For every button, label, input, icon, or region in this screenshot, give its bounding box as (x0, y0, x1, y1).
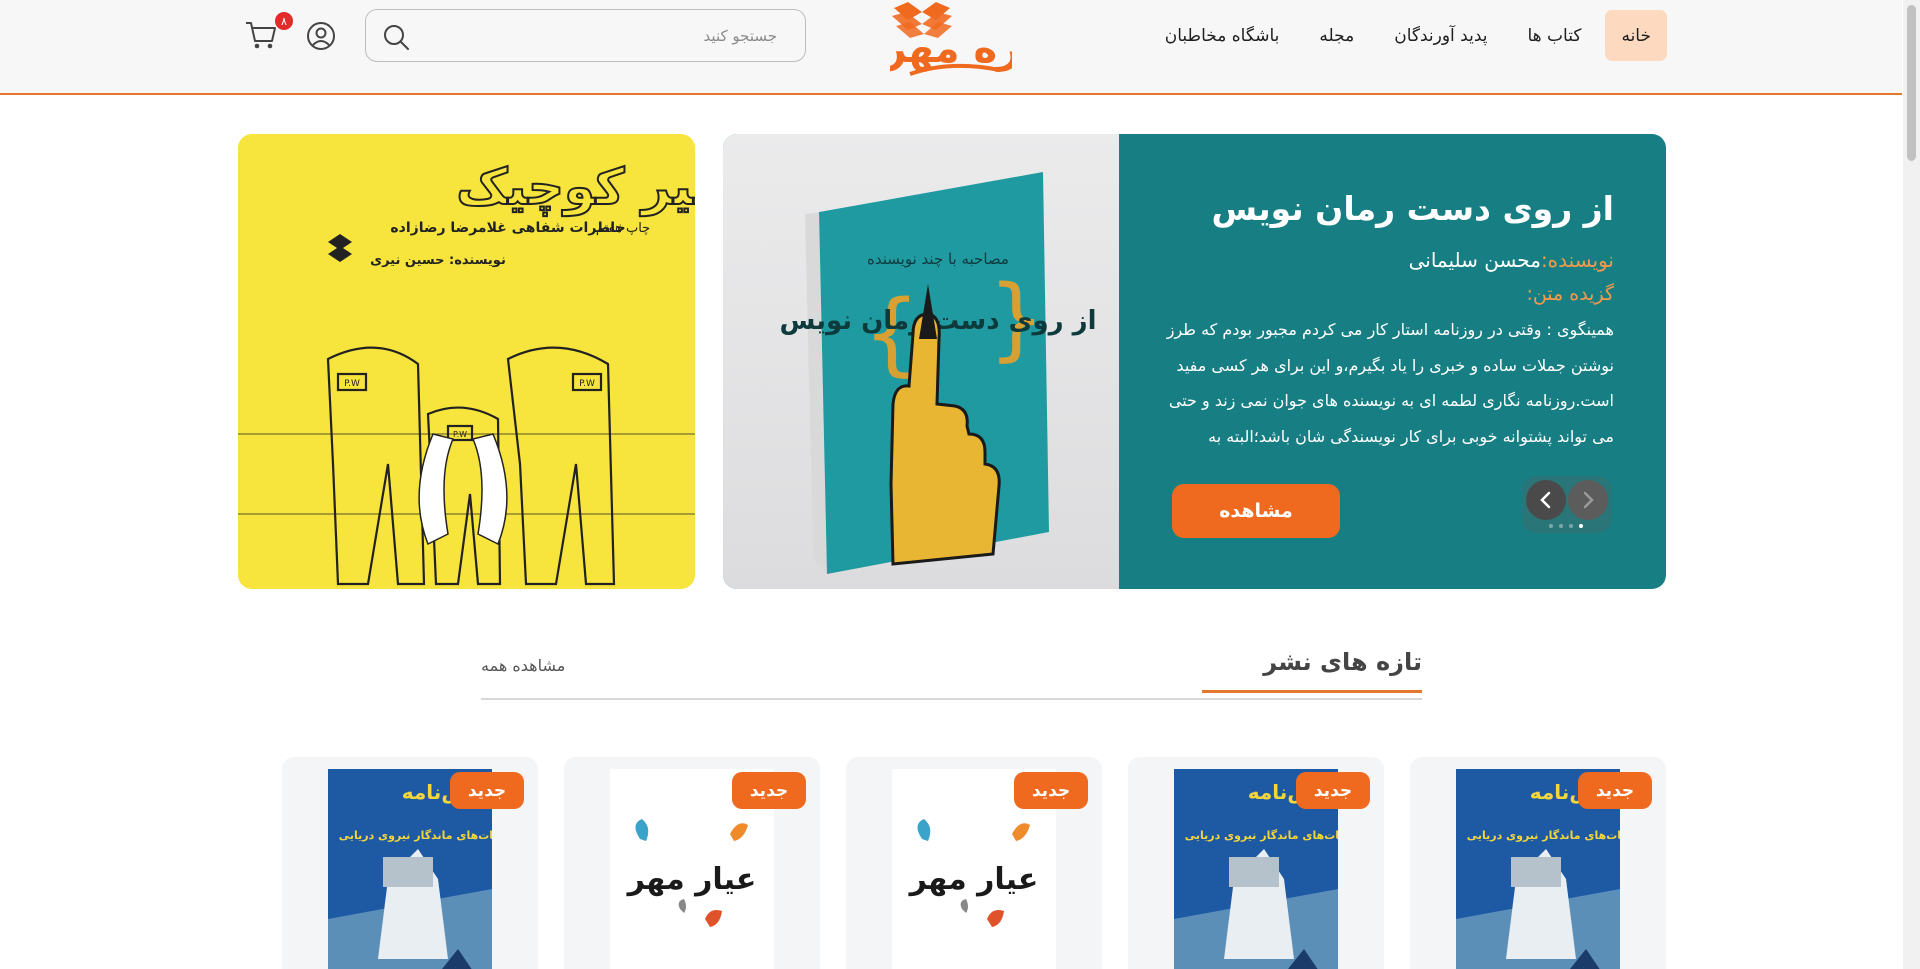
slider-dots (1549, 524, 1583, 528)
nav-club[interactable]: باشگاه مخاطبان (1149, 10, 1296, 61)
slider-dot[interactable] (1559, 524, 1563, 528)
new-badge: جدید (732, 772, 806, 809)
new-releases-list: دانش‌نامه عملیات‌های ماندگار نیروی دریای… (282, 757, 1666, 969)
book-card[interactable]: دانش‌نامه عملیات‌های ماندگار نیروی دریای… (282, 757, 538, 969)
cover-subtitle-text: عملیات‌های ماندگار نیروی دریایی (1467, 829, 1620, 842)
hero-view-button[interactable]: مشاهده (1172, 484, 1340, 538)
nav-authors[interactable]: پدید آورندگان (1378, 10, 1503, 61)
scrollbar-thumb[interactable] (1907, 5, 1916, 161)
book-card[interactable]: عیار مهر جدید (564, 757, 820, 969)
banner-book-pw-label: P.W (579, 379, 595, 389)
banner-book-edition: چاپ هفتم (596, 221, 650, 236)
section-title: تازه های نشر (1202, 648, 1422, 693)
cover-title-text: عیار مهر (626, 862, 757, 897)
hero-slider: { } مصاحبه با چند نویسنده از روی دست رما… (723, 134, 1666, 589)
user-account-icon[interactable] (305, 20, 337, 52)
hero-excerpt-label: گزیده متن: (1526, 283, 1614, 305)
cover-title-text: عیار مهر (908, 862, 1039, 897)
side-banner-book[interactable]: اسیر کوچیک خاطرات شفاهی غلامرضا رضازاده … (238, 134, 695, 589)
new-badge: جدید (450, 772, 524, 809)
cart-count-badge: ۸ (275, 12, 293, 30)
hero-excerpt: همینگوی : وقتی در روزنامه استار کار می ک… (1166, 320, 1614, 446)
hero-book-top-text: مصاحبه با چند نویسنده (867, 250, 1009, 268)
hero-author-label: نویسنده: (1540, 248, 1614, 272)
new-badge: جدید (1296, 772, 1370, 809)
nav-magazine[interactable]: مجله (1303, 10, 1370, 61)
banner-book-pw-label: P.W (453, 430, 467, 439)
site-header: خانه کتاب ها پدید آورندگان مجله باشگاه م… (0, 0, 1902, 95)
book-card[interactable]: عیار مهر جدید (846, 757, 1102, 969)
slider-dot-active[interactable] (1579, 524, 1583, 528)
page-scrollbar[interactable] (1903, 0, 1920, 969)
hero-title: از روی دست رمان نویس (1211, 189, 1614, 228)
chevron-left-icon (1540, 491, 1551, 509)
chevron-right-icon (1583, 491, 1594, 509)
nav-home[interactable]: خانه (1605, 10, 1667, 61)
hero-author-name[interactable]: محسن سلیمانی (1409, 248, 1541, 272)
slider-controls (1522, 476, 1612, 533)
nav-books[interactable]: کتاب ها (1511, 10, 1597, 61)
cover-subtitle-text: عملیات‌های ماندگار نیروی دریایی (339, 829, 492, 842)
book-card[interactable]: دانش‌نامه عملیات‌های ماندگار نیروی دریای… (1128, 757, 1384, 969)
view-all-link[interactable]: مشاهده همه (481, 656, 565, 675)
banner-book-title: اسیر کوچیک (456, 158, 695, 217)
slider-dot[interactable] (1549, 524, 1553, 528)
hero-book-image: { } مصاحبه با چند نویسنده از روی دست رما… (723, 134, 1119, 589)
banner-book-author: نویسنده: حسین نیری (370, 253, 506, 268)
search-input[interactable] (366, 10, 805, 61)
banner-book-subtitle: خاطرات شفاهی غلامرضا رضازاده (390, 220, 625, 236)
hero-text-block: از روی دست رمان نویس نویسنده:محسن سلیمان… (1144, 184, 1614, 454)
new-badge: جدید (1578, 772, 1652, 809)
cart-icon[interactable] (243, 17, 279, 53)
site-logo[interactable]: سوره مهر (890, 0, 1012, 82)
new-releases-header: تازه های نشر مشاهده همه (481, 640, 1422, 700)
main-nav: خانه کتاب ها پدید آورندگان مجله باشگاه م… (1149, 10, 1667, 61)
search-icon[interactable] (382, 23, 410, 51)
slider-next-button[interactable] (1568, 480, 1608, 520)
banner-book-pw-label: P.W (344, 379, 360, 389)
hero-author-line: نویسنده:محسن سلیمانی (1144, 244, 1614, 276)
slider-prev-button[interactable] (1526, 480, 1566, 520)
new-badge: جدید (1014, 772, 1088, 809)
book-card[interactable]: دانش‌نامه عملیات‌های ماندگار نیروی دریای… (1410, 757, 1666, 969)
search-box (365, 9, 806, 62)
slider-dot[interactable] (1569, 524, 1573, 528)
cover-subtitle-text: عملیات‌های ماندگار نیروی دریایی (1185, 829, 1338, 842)
